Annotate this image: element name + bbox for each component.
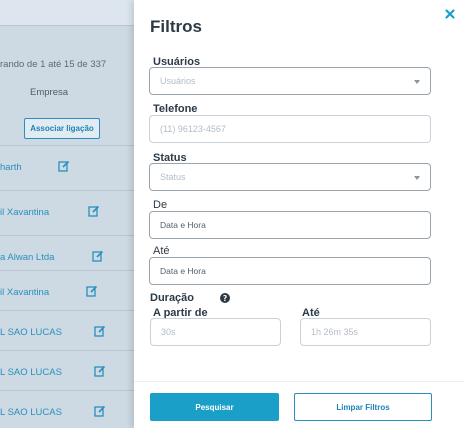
background-topbar xyxy=(0,0,134,26)
clear-filters-button[interactable]: Limpar Filtros xyxy=(294,393,432,421)
edit-icon[interactable] xyxy=(94,325,106,337)
edit-icon[interactable] xyxy=(92,250,104,262)
search-button[interactable]: Pesquisar xyxy=(150,393,279,421)
footer-divider xyxy=(134,381,464,382)
duracao-label: Duração xyxy=(150,292,195,304)
table-row[interactable]: il Xavantina xyxy=(0,190,134,235)
status-select[interactable]: Status xyxy=(149,163,431,191)
pagination-summary: rando de 1 até 15 de 337 xyxy=(0,59,107,70)
table-row[interactable]: L SAO LUCAS xyxy=(0,310,134,355)
telefone-placeholder: (11) 96123-4567 xyxy=(160,124,226,134)
table-row[interactable]: harth xyxy=(0,145,134,190)
ate-label: Até xyxy=(153,245,170,257)
ate-datetime-input[interactable]: Data e Hora xyxy=(149,257,431,285)
status-placeholder: Status xyxy=(160,172,186,182)
edit-icon[interactable] xyxy=(94,365,106,377)
de-label: De xyxy=(153,199,168,211)
svg-text:?: ? xyxy=(223,294,227,303)
filters-panel: Filtros Usuários Usuários Telefone (11) … xyxy=(134,0,464,428)
table-row[interactable]: L SAO LUCAS xyxy=(0,350,134,395)
table-row[interactable]: L SAO LUCAS xyxy=(0,390,134,428)
duration-from-input[interactable]: 30s xyxy=(150,318,281,346)
usuarios-placeholder: Usuários xyxy=(160,76,196,86)
associate-call-button[interactable]: Associar ligação xyxy=(24,118,100,139)
telefone-input[interactable]: (11) 96123-4567 xyxy=(149,115,431,143)
duration-from-placeholder: 30s xyxy=(161,327,176,337)
close-icon[interactable] xyxy=(444,8,456,20)
panel-title: Filtros xyxy=(150,17,202,36)
chevron-down-icon xyxy=(414,80,420,84)
company-name[interactable]: L SAO LUCAS xyxy=(0,367,62,378)
company-name[interactable]: harth xyxy=(0,162,22,173)
company-name[interactable]: a Alwan Ltda xyxy=(0,252,54,263)
column-header-empresa: Empresa xyxy=(30,87,69,98)
company-name[interactable]: il Xavantina xyxy=(0,207,49,218)
duration-to-placeholder: 1h 26m 35s xyxy=(311,327,359,337)
table-row[interactable]: il Xavantina xyxy=(0,270,134,315)
ate-value: Data e Hora xyxy=(160,266,206,276)
company-name[interactable]: il Xavantina xyxy=(0,287,49,298)
usuarios-select[interactable]: Usuários xyxy=(149,67,431,95)
edit-icon[interactable] xyxy=(88,205,100,217)
edit-icon[interactable] xyxy=(94,405,106,417)
de-value: Data e Hora xyxy=(160,220,206,230)
company-name[interactable]: L SAO LUCAS xyxy=(0,327,62,338)
background-page: rando de 1 até 15 de 337 Empresa Associa… xyxy=(0,0,134,428)
company-name[interactable]: L SAO LUCAS xyxy=(0,407,62,418)
de-datetime-input[interactable]: Data e Hora xyxy=(149,211,431,239)
duration-to-input[interactable]: 1h 26m 35s xyxy=(300,318,431,346)
edit-icon[interactable] xyxy=(86,285,98,297)
chevron-down-icon xyxy=(414,176,420,180)
edit-icon[interactable] xyxy=(58,160,70,172)
telefone-label: Telefone xyxy=(153,103,198,115)
help-icon[interactable]: ? xyxy=(220,293,230,303)
